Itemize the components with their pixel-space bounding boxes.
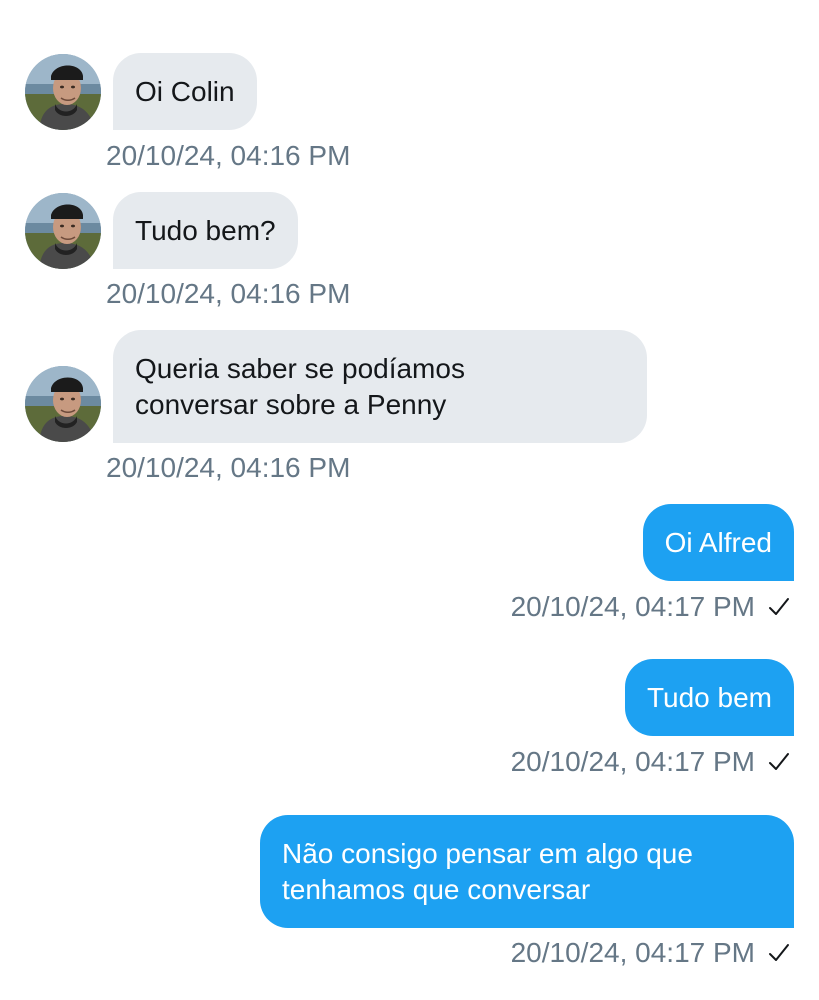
avatar-image <box>25 366 101 442</box>
checkmark-icon <box>767 750 791 774</box>
avatar[interactable] <box>25 54 101 130</box>
checkmark-icon <box>767 941 791 965</box>
avatar[interactable] <box>25 366 101 442</box>
outgoing-message-bubble[interactable]: Não consigo pensar em algo que tenhamos … <box>260 815 794 928</box>
outgoing-message-bubble[interactable]: Tudo bem <box>624 659 794 736</box>
incoming-message-bubble[interactable]: Tudo bem? <box>113 192 298 269</box>
message-timestamp: 20/10/24, 04:16 PM <box>106 452 351 483</box>
incoming-message-bubble[interactable]: Oi Colin <box>113 53 257 130</box>
message-time: 20/10/24, 04:17 PM <box>510 937 755 968</box>
message-time: 20/10/24, 04:17 PM <box>510 591 755 622</box>
message-timestamp: 20/10/24, 04:17 PM <box>511 745 791 779</box>
message-time: 20/10/24, 04:17 PM <box>510 746 755 777</box>
message-timestamp: 20/10/24, 04:17 PM <box>511 936 791 970</box>
message-timestamp: 20/10/24, 04:17 PM <box>511 590 791 624</box>
incoming-message-bubble[interactable]: Queria saber se podíamos conversar sobre… <box>113 330 647 443</box>
checkmark-icon <box>767 595 791 619</box>
message-timestamp: 20/10/24, 04:16 PM <box>106 278 351 309</box>
message-timestamp: 20/10/24, 04:16 PM <box>106 140 351 171</box>
avatar-image <box>25 54 101 130</box>
avatar-image <box>25 193 101 269</box>
avatar[interactable] <box>25 193 101 269</box>
outgoing-message-bubble[interactable]: Oi Alfred <box>642 504 794 581</box>
